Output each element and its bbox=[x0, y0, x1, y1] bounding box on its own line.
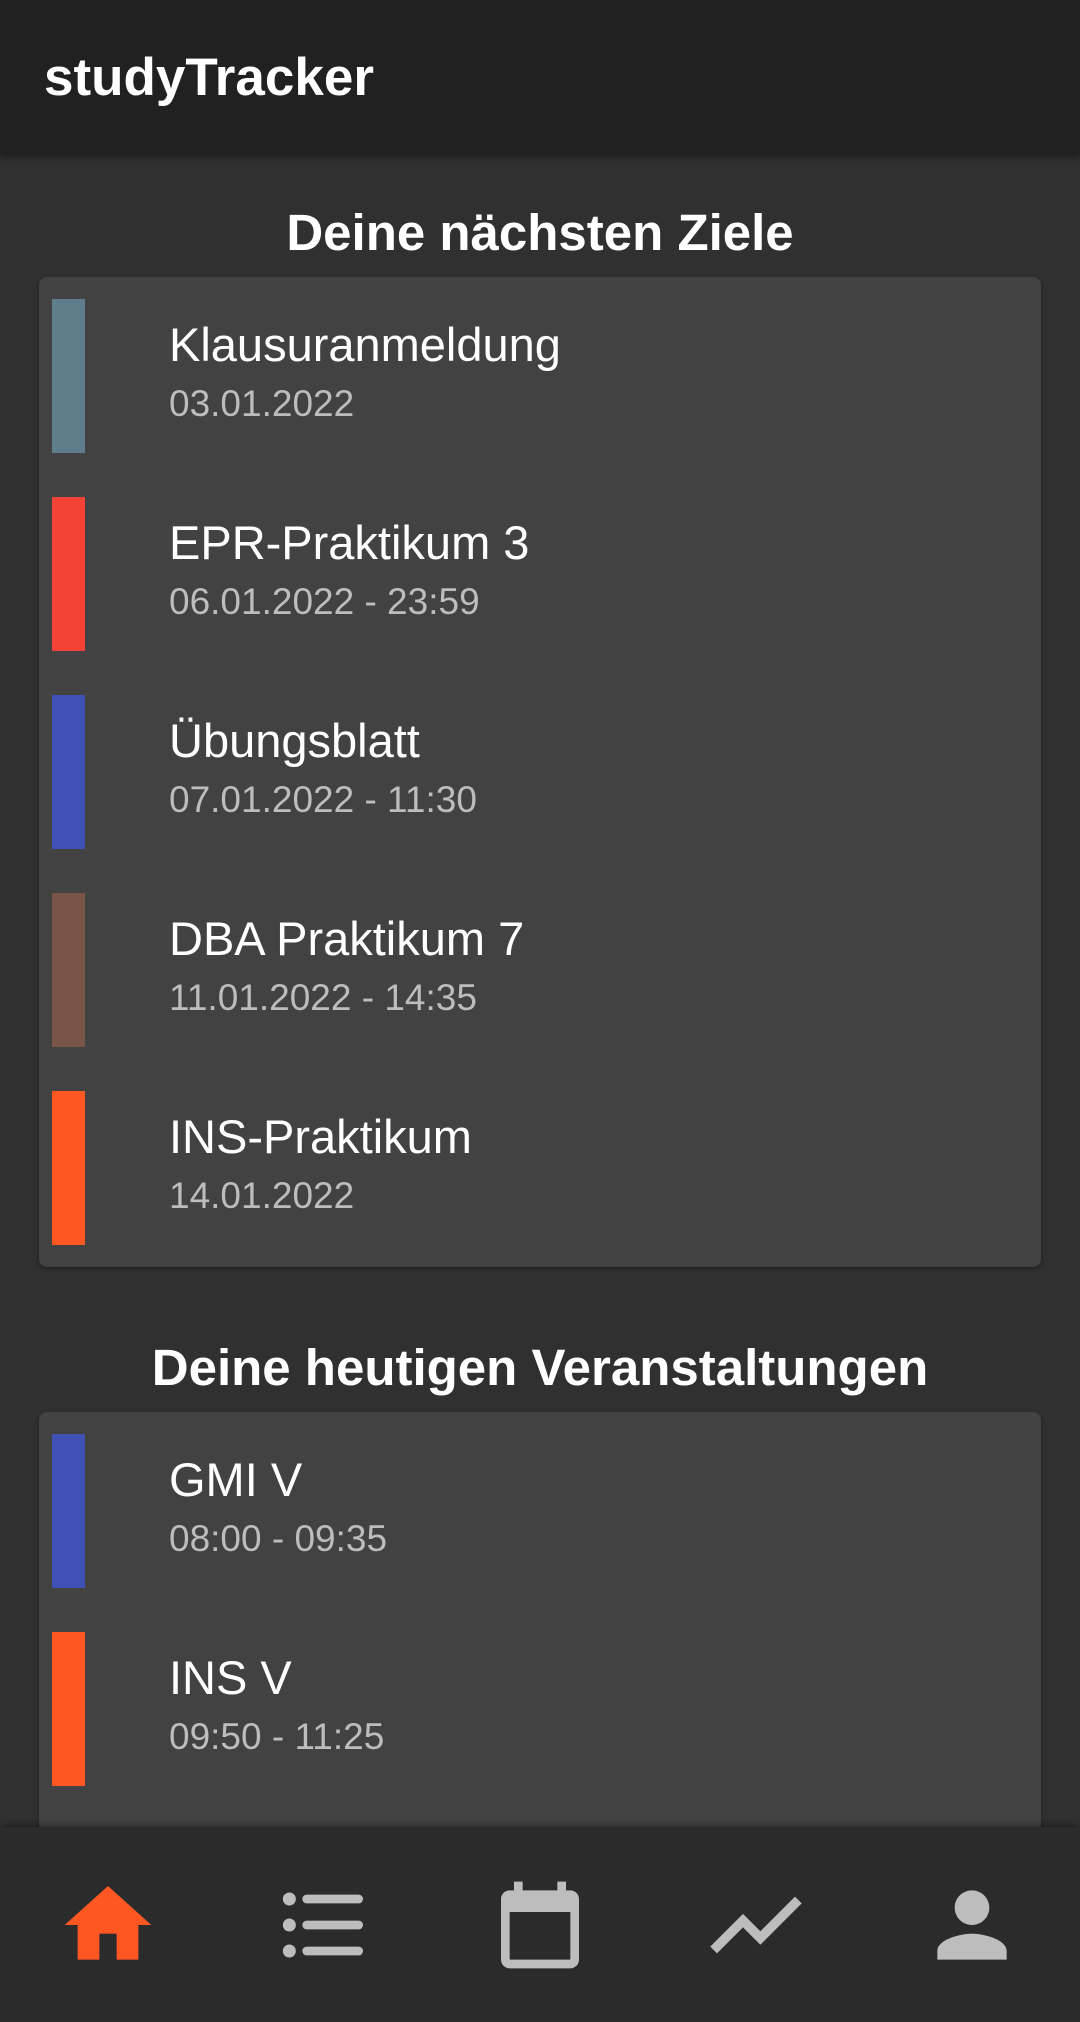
trending-icon bbox=[710, 1896, 802, 1953]
goal-title: EPR-Praktikum 3 bbox=[169, 516, 530, 569]
goal-date: 06.01.2022 - 23:59 bbox=[169, 581, 480, 622]
person-icon bbox=[937, 1889, 1007, 1960]
nav-list[interactable] bbox=[216, 1827, 432, 2022]
goal-color-bar bbox=[52, 497, 85, 651]
event-time: 09:50 - 11:25 bbox=[169, 1716, 385, 1757]
main-content[interactable]: Deine nächsten Ziele Klausuranmeldung 03… bbox=[0, 155, 1080, 1827]
events-card: GMI V 08:00 - 09:35 INS V 09:50 - 11:25 bbox=[39, 1412, 1041, 1827]
list-icon bbox=[282, 1892, 363, 1957]
goal-color-bar bbox=[52, 893, 85, 1047]
event-item[interactable]: GMI V 08:00 - 09:35 bbox=[39, 1412, 1041, 1610]
home-icon bbox=[64, 1885, 152, 1960]
app-title: studyTracker bbox=[44, 48, 374, 107]
calendar-icon bbox=[501, 1881, 579, 1968]
goal-item[interactable]: Übungsblatt 07.01.2022 - 11:30 bbox=[39, 673, 1041, 871]
events-section-title: Deine heutigen Veranstaltungen bbox=[151, 1339, 929, 1396]
goal-color-bar bbox=[52, 695, 85, 849]
goal-title: DBA Praktikum 7 bbox=[169, 912, 525, 965]
event-color-bar bbox=[52, 1632, 85, 1786]
app-screen: studyTracker Deine nächsten Ziele Klausu… bbox=[0, 0, 1080, 2022]
nav-profile[interactable] bbox=[864, 1827, 1080, 2022]
app-bar: studyTracker bbox=[0, 0, 1080, 155]
goals-card: Klausuranmeldung 03.01.2022 EPR-Praktiku… bbox=[39, 277, 1041, 1267]
event-title: GMI V bbox=[169, 1453, 303, 1506]
goal-item[interactable]: DBA Praktikum 7 11.01.2022 - 14:35 bbox=[39, 871, 1041, 1069]
goal-item[interactable]: EPR-Praktikum 3 06.01.2022 - 23:59 bbox=[39, 475, 1041, 673]
goal-title: Übungsblatt bbox=[169, 714, 420, 767]
event-item[interactable]: INS V 09:50 - 11:25 bbox=[39, 1610, 1041, 1808]
goal-title: Klausuranmeldung bbox=[169, 318, 561, 371]
event-time: 08:00 - 09:35 bbox=[169, 1518, 388, 1559]
goal-date: 14.01.2022 bbox=[169, 1175, 355, 1216]
nav-home[interactable] bbox=[0, 1827, 216, 2022]
goal-color-bar bbox=[52, 1091, 85, 1245]
goal-date: 07.01.2022 - 11:30 bbox=[169, 779, 477, 820]
event-color-bar bbox=[52, 1434, 85, 1588]
goal-date: 11.01.2022 - 14:35 bbox=[169, 977, 477, 1018]
nav-calendar[interactable] bbox=[432, 1827, 648, 2022]
goal-title: INS-Praktikum bbox=[169, 1110, 472, 1163]
nav-statistics[interactable] bbox=[648, 1827, 864, 2022]
goal-color-bar bbox=[52, 299, 85, 453]
goals-section-title: Deine nächsten Ziele bbox=[286, 204, 794, 261]
goal-item[interactable]: Klausuranmeldung 03.01.2022 bbox=[39, 277, 1041, 475]
goal-date: 03.01.2022 bbox=[169, 383, 355, 424]
bottom-navigation bbox=[0, 1827, 1080, 2022]
event-title: INS V bbox=[169, 1651, 292, 1704]
goal-item[interactable]: INS-Praktikum 14.01.2022 bbox=[39, 1069, 1041, 1267]
